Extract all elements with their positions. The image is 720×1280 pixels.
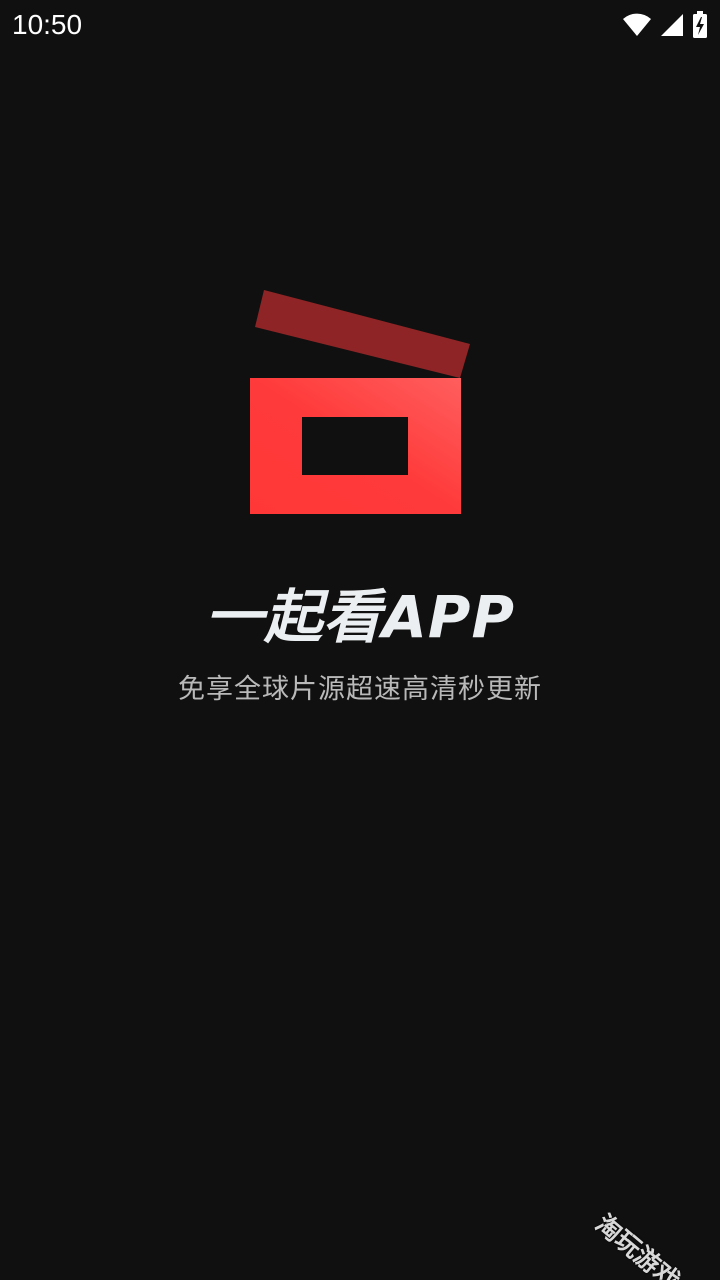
clapper-box-shape <box>250 378 461 514</box>
status-bar: 10:50 <box>0 0 720 50</box>
cell-signal-icon <box>660 13 684 37</box>
splash-screen: 10:50 一起看APP 免享全球片源超速高清秒更新 淘玩游戏 <box>0 0 720 1280</box>
battery-charging-icon <box>692 11 708 39</box>
status-time: 10:50 <box>12 9 83 40</box>
app-tagline: 免享全球片源超速高清秒更新 <box>178 674 542 705</box>
app-logo <box>246 285 476 520</box>
wifi-icon <box>622 13 652 37</box>
status-icons <box>622 10 708 40</box>
watermark: 淘玩游戏 <box>590 1208 686 1280</box>
app-title: 一起看APP <box>205 583 515 651</box>
clapper-lid-shape <box>255 290 470 378</box>
